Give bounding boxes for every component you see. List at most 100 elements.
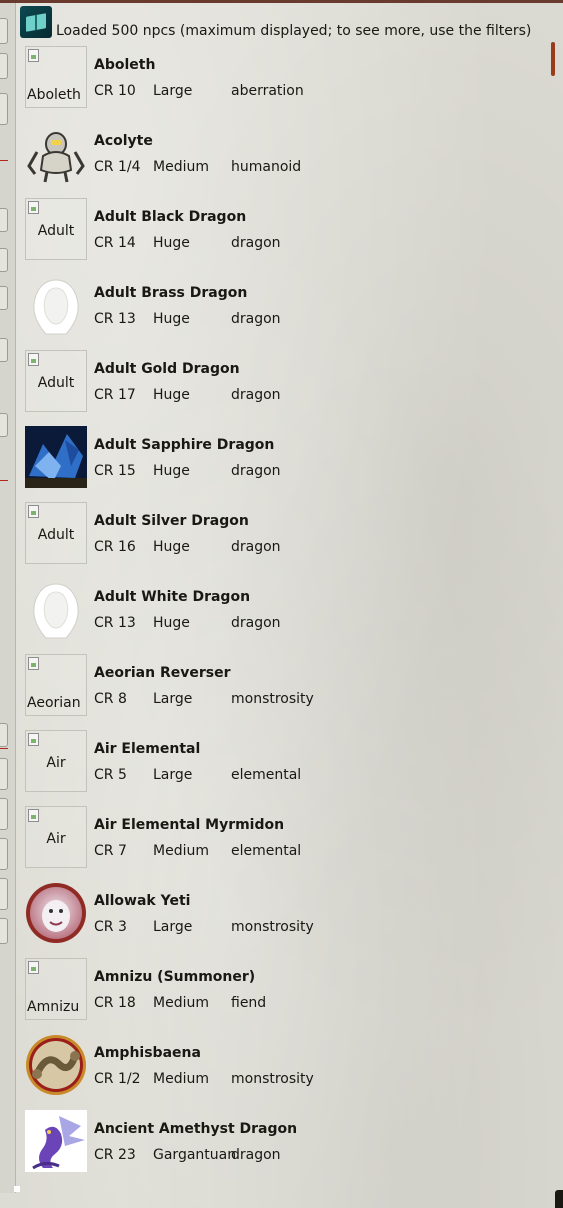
left-sidebar-edge	[0, 3, 16, 1193]
npc-size: Huge	[153, 235, 190, 251]
npc-list-item[interactable]: Aboleth Aboleth CR 10 Large aberration	[24, 45, 549, 121]
sidebar-edge-control[interactable]	[0, 878, 8, 910]
sidebar-edge-control[interactable]	[0, 248, 8, 272]
npc-name[interactable]: Adult Black Dragon	[94, 209, 246, 225]
npc-size: Medium	[153, 1071, 209, 1087]
npc-type: dragon	[231, 615, 281, 631]
npc-list-item[interactable]: Air Air Elemental CR 5 Large elemental	[24, 729, 549, 805]
amethyst-dragon-art-icon[interactable]	[25, 1110, 87, 1172]
npc-type: monstrosity	[231, 1071, 314, 1087]
npc-challenge-rating: CR 8	[94, 691, 127, 707]
npc-name[interactable]: Aboleth	[94, 57, 155, 73]
sidebar-edge-control[interactable]	[0, 286, 8, 310]
npc-list-item[interactable]: Ancient Amethyst Dragon CR 23 Gargantuan dr…	[24, 1109, 549, 1185]
npc-type: monstrosity	[231, 919, 314, 935]
portrait-alt-text: Aboleth	[27, 87, 81, 103]
npc-list-item[interactable]: Adult Adult Gold Dragon CR 17 Huge dragon	[24, 349, 549, 425]
acolyte-token-icon[interactable]	[25, 122, 87, 184]
npc-list-item[interactable]: Amnizu Amnizu (Summoner) CR 18 Medium fiend	[24, 957, 549, 1033]
npc-portrait-placeholder[interactable]: Adult	[25, 502, 87, 564]
yeti-token-icon[interactable]	[25, 882, 87, 944]
scrollbar-thumb[interactable]	[551, 42, 555, 76]
npc-list-item[interactable]: Aeorian Aeorian Reverser CR 8 Large monstros…	[24, 653, 549, 729]
npc-name[interactable]: Amphisbaena	[94, 1045, 201, 1061]
npc-challenge-rating: CR 18	[94, 995, 136, 1011]
npc-size: Huge	[153, 463, 190, 479]
npc-size: Huge	[153, 311, 190, 327]
npc-name[interactable]: Adult Brass Dragon	[94, 285, 247, 301]
npc-list-item[interactable]: Adult Adult Black Dragon CR 14 Huge dragon	[24, 197, 549, 273]
npc-list-item[interactable]: Acolyte CR 1/4 Medium humanoid	[24, 121, 549, 197]
resize-corner[interactable]	[555, 1190, 563, 1208]
npc-name[interactable]: Allowak Yeti	[94, 893, 190, 909]
sidebar-edge-control[interactable]	[0, 338, 8, 362]
npc-challenge-rating: CR 13	[94, 311, 136, 327]
npc-list-item[interactable]: Adult Sapphire Dragon CR 15 Huge dragon	[24, 425, 549, 501]
npc-name[interactable]: Ancient Amethyst Dragon	[94, 1121, 297, 1137]
npc-size: Medium	[153, 159, 209, 175]
npc-name[interactable]: Acolyte	[94, 133, 153, 149]
npc-portrait-placeholder[interactable]: Adult	[25, 350, 87, 412]
npc-list-item[interactable]: Adult Adult Silver Dragon CR 16 Huge dragon	[24, 501, 549, 577]
npc-list-item[interactable]: Adult Brass Dragon CR 13 Huge dragon	[24, 273, 549, 349]
amphisbaena-token-icon[interactable]	[25, 1034, 87, 1096]
portrait-alt-text: Air	[46, 831, 66, 847]
npc-portrait-placeholder[interactable]: Air	[25, 806, 87, 868]
npc-size: Huge	[153, 615, 190, 631]
npc-portrait-placeholder[interactable]: Adult	[25, 198, 87, 260]
npc-challenge-rating: CR 17	[94, 387, 136, 403]
npc-name[interactable]: Adult Silver Dragon	[94, 513, 249, 529]
portrait-alt-text: Adult	[37, 375, 75, 391]
sidebar-edge-control[interactable]	[0, 413, 8, 437]
portrait-alt-text: Air	[46, 755, 66, 771]
npc-name[interactable]: Air Elemental	[94, 741, 200, 757]
sapphire-dragon-art-icon[interactable]	[25, 426, 87, 488]
top-border	[0, 0, 563, 3]
npc-list-item[interactable]: Air Air Elemental Myrmidon CR 7 Medium eleme…	[24, 805, 549, 881]
bottom-edge	[14, 1186, 20, 1192]
sidebar-edge-control[interactable]	[0, 918, 8, 944]
npc-challenge-rating: CR 1/4	[94, 159, 141, 175]
npc-type: dragon	[231, 463, 281, 479]
sidebar-edge-control[interactable]	[0, 93, 8, 125]
npc-challenge-rating: CR 10	[94, 83, 136, 99]
npc-portrait-placeholder[interactable]: Amnizu	[25, 958, 87, 1020]
sidebar-edge-marker	[0, 160, 8, 161]
npc-list-item[interactable]: Allowak Yeti CR 3 Large monstrosity	[24, 881, 549, 957]
npc-list-header: Loaded 500 npcs (maximum displayed; to s…	[20, 5, 550, 39]
npc-name[interactable]: Adult Sapphire Dragon	[94, 437, 274, 453]
sidebar-edge-control[interactable]	[0, 208, 8, 232]
npc-list: Aboleth Aboleth CR 10 Large aberration Acolyt…	[24, 45, 549, 1185]
npc-challenge-rating: CR 13	[94, 615, 136, 631]
npc-size: Large	[153, 767, 193, 783]
npc-portrait-placeholder[interactable]: Aeorian	[25, 654, 87, 716]
sidebar-edge-control[interactable]	[0, 798, 8, 830]
npc-name[interactable]: Adult White Dragon	[94, 589, 250, 605]
npc-portrait-placeholder[interactable]: Air	[25, 730, 87, 792]
npc-name[interactable]: Aeorian Reverser	[94, 665, 230, 681]
sidebar-edge-control[interactable]	[0, 53, 8, 79]
sidebar-edge-control[interactable]	[0, 838, 8, 870]
sidebar-edge-marker	[0, 748, 8, 749]
broken-image-icon	[28, 201, 39, 214]
broken-image-icon	[28, 353, 39, 366]
npc-portrait-placeholder[interactable]: Aboleth	[25, 46, 87, 108]
npc-name[interactable]: Amnizu (Summoner)	[94, 969, 255, 985]
npc-challenge-rating: CR 7	[94, 843, 127, 859]
sidebar-edge-control[interactable]	[0, 18, 8, 44]
npc-list-item[interactable]: Adult White Dragon CR 13 Huge dragon	[24, 577, 549, 653]
npc-size: Medium	[153, 995, 209, 1011]
load-status-text: Loaded 500 npcs (maximum displayed; to s…	[56, 23, 532, 39]
npc-type: dragon	[231, 539, 281, 555]
npc-type: fiend	[231, 995, 267, 1011]
hooded-silhouette-icon[interactable]	[25, 274, 87, 336]
sidebar-edge-control[interactable]	[0, 758, 8, 790]
npc-name[interactable]: Adult Gold Dragon	[94, 361, 240, 377]
sidebar-edge-control[interactable]	[0, 723, 8, 747]
npc-challenge-rating: CR 5	[94, 767, 127, 783]
npc-name[interactable]: Air Elemental Myrmidon	[94, 817, 284, 833]
npc-list-item[interactable]: Amphisbaena CR 1/2 Medium monstrosity	[24, 1033, 549, 1109]
broken-image-icon	[28, 733, 39, 746]
npc-type: dragon	[231, 311, 281, 327]
hooded-silhouette-icon[interactable]	[25, 578, 87, 640]
